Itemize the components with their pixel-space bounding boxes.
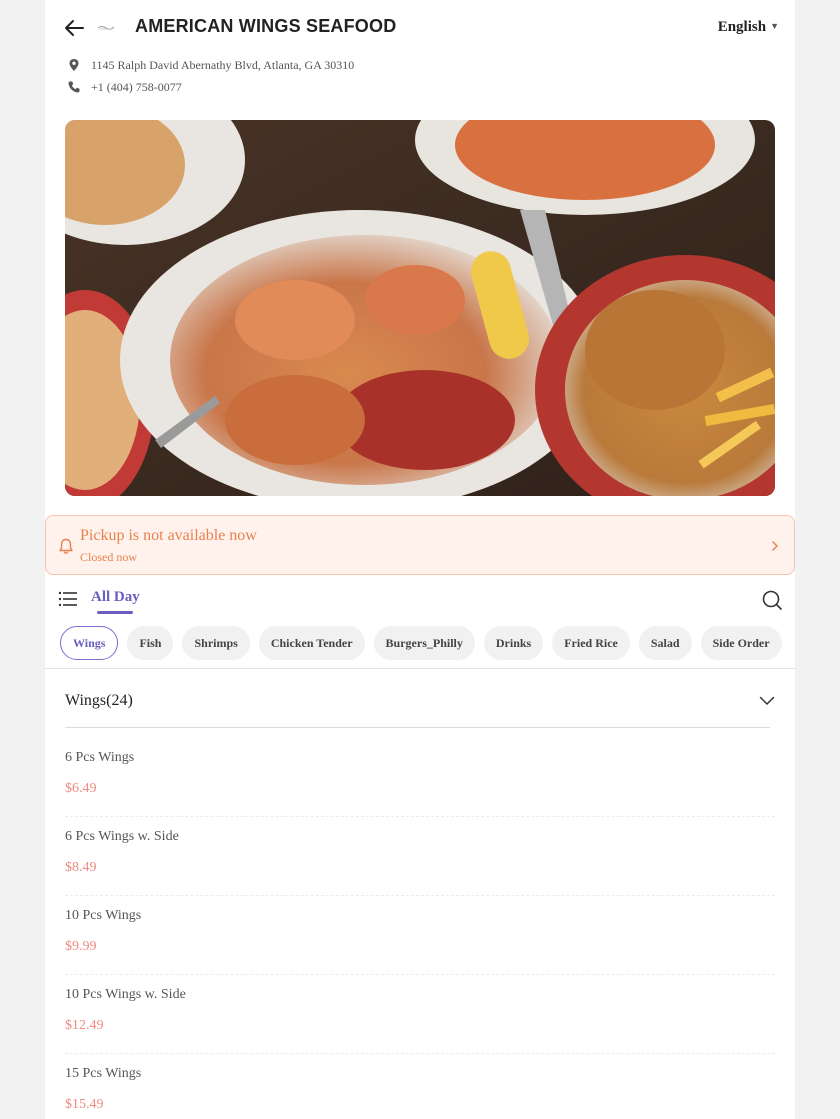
category-tabs: Wings Fish Shrimps Chicken Tender Burgers_Ph…	[60, 626, 795, 662]
menu-item[interactable]: 6 Pcs Wings w. Side $8.49	[65, 817, 775, 896]
header: AMERICAN WINGS SEAFOOD English ▼	[45, 0, 795, 56]
item-name: 6 Pcs Wings w. Side	[65, 829, 179, 844]
hero-image	[65, 120, 775, 496]
bell-icon	[59, 538, 73, 554]
pickup-notice[interactable]: Pickup is not available now Closed now	[45, 515, 795, 575]
arrow-left-icon[interactable]	[63, 18, 85, 38]
category-tab-drinks[interactable]: Drinks	[483, 626, 544, 660]
menu-item[interactable]: 10 Pcs Wings w. Side $12.49	[65, 975, 775, 1054]
restaurant-title: AMERICAN WINGS SEAFOOD	[135, 16, 397, 36]
category-tab-wings[interactable]: Wings	[60, 626, 119, 660]
menu-item[interactable]: 15 Pcs Wings $15.49	[65, 1054, 775, 1119]
restaurant-logo	[97, 26, 115, 30]
phone-icon	[68, 81, 80, 93]
menu-section-wings: Wings(24) 6 Pcs Wings $6.49 6 Pcs Wings …	[55, 680, 785, 1119]
category-tab-salad[interactable]: Salad	[638, 626, 692, 660]
language-label: English	[717, 19, 767, 35]
chevron-down-icon	[759, 696, 775, 705]
item-name: 10 Pcs Wings	[65, 908, 142, 923]
item-name: 6 Pcs Wings	[65, 750, 135, 765]
chevron-right-icon	[772, 541, 778, 551]
menu-item[interactable]: 6 Pcs Wings $6.49	[65, 738, 775, 817]
section-title: Wings(24)	[65, 692, 133, 709]
menu-item[interactable]: 10 Pcs Wings $9.99	[65, 896, 775, 975]
language-selector[interactable]: English ▼	[718, 19, 779, 36]
list-menu-icon[interactable]	[58, 591, 78, 607]
category-tab-chicken-tender[interactable]: Chicken Tender	[258, 626, 365, 660]
section-header[interactable]: Wings(24)	[65, 680, 775, 728]
tab-all-day[interactable]: All Day	[91, 589, 140, 606]
address-text: 1145 Ralph David Abernathy Blvd, Atlanta…	[91, 57, 355, 72]
category-tab-fried-rice[interactable]: Fried Rice	[552, 626, 630, 660]
item-price: $12.49	[65, 1018, 104, 1033]
search-icon[interactable]	[761, 589, 783, 611]
item-price: $8.49	[65, 860, 97, 875]
divider	[45, 668, 795, 669]
category-tab-shrimps[interactable]: Shrimps	[182, 626, 250, 660]
item-price: $15.49	[65, 1097, 104, 1112]
item-price: $9.99	[65, 939, 97, 954]
category-tab-fish[interactable]: Fish	[127, 626, 174, 660]
category-tab-side-order[interactable]: Side Order	[700, 626, 782, 660]
active-tab-indicator	[97, 611, 133, 614]
map-pin-icon	[69, 59, 79, 71]
menu-bar: All Day	[45, 580, 795, 620]
address-row: 1145 Ralph David Abernathy Blvd, Atlanta…	[67, 57, 354, 73]
pickup-title: Pickup is not available now	[80, 527, 257, 544]
item-name: 15 Pcs Wings	[65, 1066, 142, 1081]
phone-text[interactable]: +1 (404) 758-0077	[91, 80, 182, 95]
caret-down-icon: ▼	[770, 21, 779, 31]
phone-row: +1 (404) 758-0077	[67, 79, 182, 95]
item-name: 10 Pcs Wings w. Side	[65, 987, 186, 1002]
category-tab-burgers-philly[interactable]: Burgers_Philly	[373, 626, 475, 660]
item-price: $6.49	[65, 781, 97, 796]
food-photo	[65, 120, 775, 496]
pickup-subtitle: Closed now	[80, 550, 137, 564]
